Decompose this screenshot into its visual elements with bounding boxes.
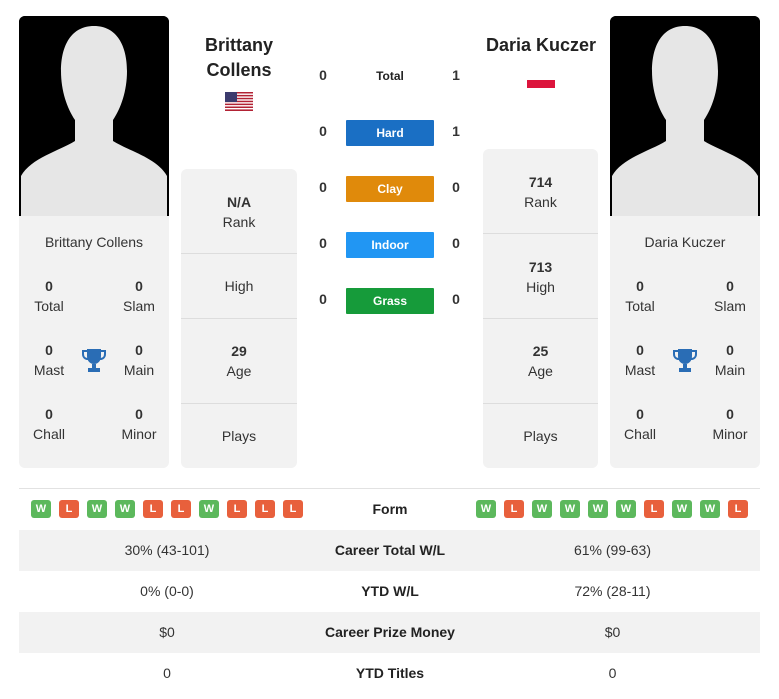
left-minor-stat: 0 Minor [121,406,157,442]
left-info-card: N/A Rank High 29 Age Plays [181,169,297,468]
row-label: Career Prize Money [325,624,455,640]
right-mast-stat: 0 Mast [624,342,656,378]
right-value: 0 [608,665,617,681]
right-form-badge-win[interactable]: W [672,500,692,518]
trophy-icon [82,347,106,373]
left-total-stat: 0 Total [34,278,64,314]
right-value: $0 [604,624,621,640]
right-plays: Plays [523,428,558,444]
comparison-row: 30% (43-101) Career Total W/L 61% (99-63… [19,530,760,571]
left-mast-stat: 0 Mast [33,342,65,378]
left-player-title[interactable]: Brittany Collens [181,33,297,83]
right-form-badge-win[interactable]: W [532,500,552,518]
h2h-clay-right: 0 [452,179,460,195]
row-label: Career Total W/L [334,542,446,558]
surface-hard-button[interactable]: Hard [346,120,434,146]
left-plays: Plays [221,428,257,444]
comparison-row: $0 Career Prize Money $0 [19,612,760,653]
left-player-card: Brittany Collens 0 Total 0 Slam 0 Mast 0 Mai… [19,216,169,468]
left-high: High [224,278,254,294]
h2h-hard-left: 0 [319,123,327,139]
surface-grass-button[interactable]: Grass [346,288,434,314]
right-total-stat: 0 Total [625,278,655,314]
h2h-indoor-left: 0 [319,235,327,251]
h2h-clay-left: 0 [319,179,327,195]
h2h-total-label: Total [376,69,404,83]
right-player-title[interactable]: Daria Kuczer [483,33,599,58]
comparison-row: 0% (0-0) YTD W/L 72% (28-11) [19,571,760,612]
right-minor-stat: 0 Minor [712,406,748,442]
right-value: 61% (99-63) [573,542,652,558]
united-states-flag-icon [225,92,253,111]
surface-indoor-button[interactable]: Indoor [346,232,434,258]
left-form-badge-win[interactable]: W [87,500,107,518]
h2h-total-right: 1 [452,67,460,83]
left-player-photo [19,16,169,216]
left-form-badge-loss[interactable]: L [59,500,79,518]
poland-flag-icon [527,75,555,88]
silhouette-icon [19,16,169,216]
left-form-badge-loss[interactable]: L [227,500,247,518]
h2h-grass-right: 0 [452,291,460,307]
right-player-card: Daria Kuczer 0 Total 0 Slam 0 Mast 0 Main 0C… [610,216,760,468]
right-form-badge-win[interactable]: W [588,500,608,518]
right-info-card: 714 Rank 713 High 25 Age Plays [483,149,598,468]
right-age: 25 Age [528,343,553,379]
h2h-hard-right: 1 [452,123,460,139]
right-player-name: Daria Kuczer [644,234,726,250]
left-form-badge-loss[interactable]: L [255,500,275,518]
silhouette-icon [610,16,760,216]
right-player-photo [610,16,760,216]
right-form-badge-win[interactable]: W [476,500,496,518]
left-player-name: Brittany Collens [44,234,144,250]
left-age: 29 Age [226,343,252,379]
right-main-stat: 0 Main [714,342,746,378]
row-label: YTD Titles [355,665,425,681]
right-form-badge-loss[interactable]: L [728,500,748,518]
left-slam-stat: 0 Slam [123,278,155,314]
row-label: YTD W/L [361,583,419,599]
form-label: Form [372,501,408,517]
right-chall-stat: 0 Chall [624,406,656,442]
left-chall-stat: 0 Chall [33,406,65,442]
right-rank: 714 Rank [524,174,557,210]
h2h-indoor-right: 0 [452,235,460,251]
left-form-badge-win[interactable]: W [31,500,51,518]
left-main-stat: 0 Main [123,342,155,378]
left-form-badge-loss[interactable]: L [283,500,303,518]
left-value: $0 [159,624,175,640]
left-rank: N/A Rank [222,194,256,230]
left-form-badge-win[interactable]: W [199,500,219,518]
right-form-badge-win[interactable]: W [700,500,720,518]
right-form-badge-loss[interactable]: L [644,500,664,518]
right-value: 72% (28-11) [574,583,651,599]
left-form-badge-win[interactable]: W [115,500,135,518]
left-value: 30% (43-101) [124,542,210,558]
comparison-row: 0 YTD Titles 0 [19,653,760,694]
right-slam-stat: 0 Slam [714,278,746,314]
left-value: 0% (0-0) [140,583,194,599]
h2h-grass-left: 0 [319,291,327,307]
left-value: 0 [163,665,171,681]
right-form-badge-win[interactable]: W [560,500,580,518]
right-form-badge-loss[interactable]: L [504,500,524,518]
trophy-icon [673,347,697,373]
h2h-total-left: 0 [319,67,327,83]
surface-clay-button[interactable]: Clay [346,176,434,202]
left-form-badge-loss[interactable]: L [143,500,163,518]
right-form-badge-win[interactable]: W [616,500,636,518]
left-form-badge-loss[interactable]: L [171,500,191,518]
right-high: 713 High [526,259,555,295]
